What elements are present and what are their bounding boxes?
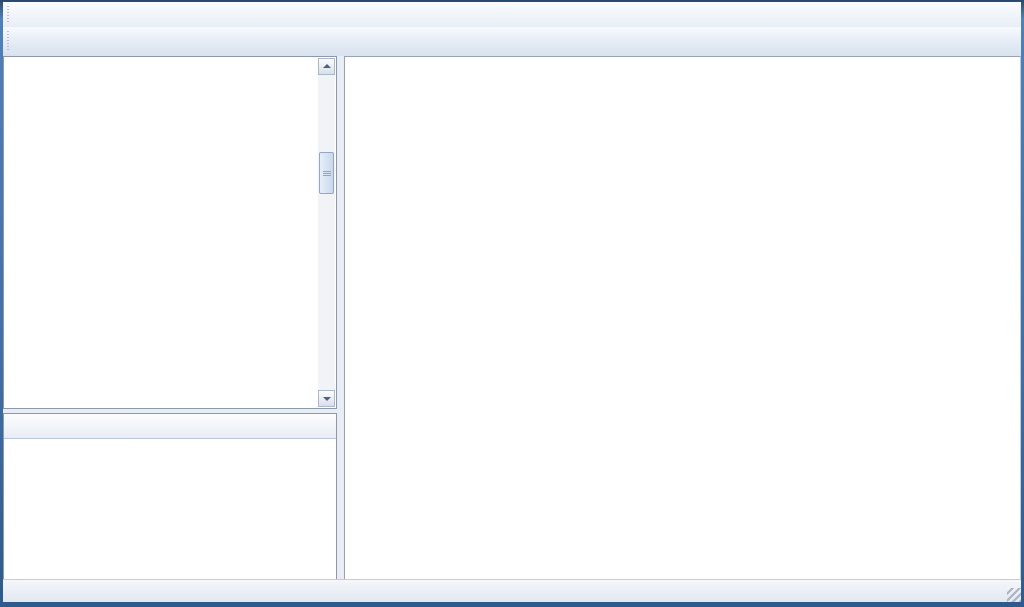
scroll-thumb[interactable] (319, 152, 334, 194)
menu-bar (3, 2, 1021, 28)
status-bar (3, 579, 1021, 602)
toolbar (3, 27, 1021, 57)
scroll-up-button[interactable] (318, 58, 335, 75)
layers-table-panel (3, 413, 337, 580)
vertical-splitter[interactable] (337, 56, 344, 580)
tree-scrollbar[interactable] (318, 58, 335, 407)
toolbar-gripper[interactable] (6, 31, 11, 51)
table-header (4, 414, 336, 439)
menu-gripper[interactable] (6, 6, 11, 24)
main-area (3, 56, 1021, 580)
app-window (3, 2, 1021, 602)
scroll-down-button[interactable] (318, 390, 335, 407)
resize-grip[interactable] (1007, 588, 1021, 602)
reservoir-tree-panel (3, 56, 337, 409)
map-panel (344, 56, 1021, 580)
map-canvas[interactable] (345, 57, 1020, 579)
